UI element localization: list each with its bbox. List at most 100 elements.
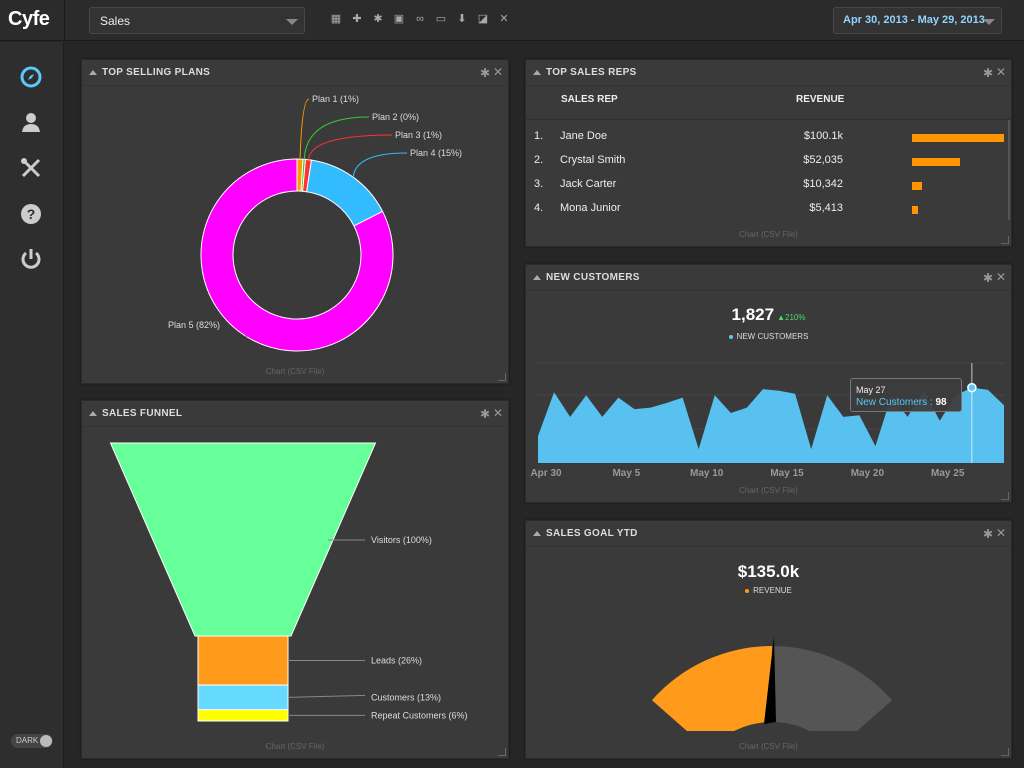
chart-source: Chart (CSV File) xyxy=(739,742,798,751)
collapse-icon[interactable] xyxy=(533,70,541,75)
column-header-rep: SALES REP xyxy=(561,94,618,105)
rep-name: Jane Doe xyxy=(560,130,608,142)
funnel-segment[interactable] xyxy=(197,709,289,722)
rep-revenue: $10,342 xyxy=(803,178,843,190)
slice-label: Plan 4 (15%) xyxy=(410,148,462,158)
dashboard-select-value: Sales xyxy=(100,14,131,28)
gear-icon[interactable]: ✱ xyxy=(983,66,993,80)
panel-header: TOP SELLING PLANS ✱ ✕ xyxy=(82,60,508,86)
user-icon[interactable] xyxy=(17,108,45,136)
close-icon[interactable]: ✕ xyxy=(996,65,1006,79)
link-icon[interactable]: ∞ xyxy=(412,11,428,27)
resize-handle[interactable] xyxy=(498,373,506,381)
x-tick-label: May 10 xyxy=(690,468,724,479)
rep-rank: 3. xyxy=(534,178,544,190)
data-point[interactable] xyxy=(967,382,977,393)
dark-mode-toggle[interactable]: DARK xyxy=(11,734,53,748)
rep-rank: 1. xyxy=(534,130,544,142)
slice-label: Plan 3 (1%) xyxy=(395,130,442,140)
gear-icon[interactable]: ✱ xyxy=(983,527,993,541)
scrollbar[interactable] xyxy=(1008,120,1010,220)
funnel-label: Leads (26%) xyxy=(371,656,422,666)
legend-dot xyxy=(745,588,750,593)
chart-tooltip: May 27 New Customers : 98 xyxy=(850,378,962,412)
gear-icon[interactable]: ✱ xyxy=(480,407,490,421)
gauge-fill[interactable] xyxy=(651,646,772,731)
power-icon[interactable] xyxy=(17,245,45,273)
tools-icon[interactable] xyxy=(17,154,45,182)
tooltip-date: May 27 xyxy=(856,385,886,395)
pie-slice[interactable] xyxy=(306,159,384,227)
toggle-knob xyxy=(40,735,52,747)
label-line xyxy=(299,98,310,160)
revenue-bar xyxy=(912,134,1004,142)
top-selling-plans-panel: TOP SELLING PLANS ✱ ✕ Plan 1 (1%) Plan 2 … xyxy=(81,59,509,384)
x-tick-label: May 15 xyxy=(770,468,804,479)
toolbar: ▦ ✚ ✱ ▣ ∞ ▭ ⬇ ◪ ✕ xyxy=(328,11,512,29)
gauge-chart xyxy=(651,636,893,731)
resize-handle[interactable] xyxy=(498,748,506,756)
panel-header: TOP SALES REPS ✱ ✕ xyxy=(526,60,1011,86)
collapse-icon[interactable] xyxy=(89,411,97,416)
close-icon[interactable]: ✕ xyxy=(996,526,1006,540)
area-chart: Apr 30 May 5 May 10 May 15 May 20 May 25 xyxy=(530,362,1004,479)
funnel-segment[interactable] xyxy=(197,684,289,711)
panel-title: NEW CUSTOMERS xyxy=(546,272,640,283)
help-icon[interactable]: ? xyxy=(17,200,45,228)
collapse-icon[interactable] xyxy=(533,275,541,280)
panel-title: SALES GOAL YTD xyxy=(546,528,638,539)
rep-name: Crystal Smith xyxy=(560,154,626,166)
svg-text:?: ? xyxy=(27,206,36,222)
x-tick-label: May 20 xyxy=(851,468,885,479)
top-sales-reps-panel: TOP SALES REPS ✱ ✕ SALES REP REVENUE 1. J… xyxy=(525,59,1012,247)
share-icon[interactable]: ◪ xyxy=(475,11,491,27)
legend-label: REVENUE xyxy=(753,586,792,595)
kpi-value: 1,827 ▲210% xyxy=(526,305,1011,325)
gear-icon[interactable]: ✱ xyxy=(983,271,993,285)
chevron-down-icon xyxy=(983,19,995,25)
compass-icon[interactable] xyxy=(17,63,45,91)
dashboard-select[interactable]: Sales xyxy=(89,7,305,34)
plus-icon[interactable]: ✚ xyxy=(349,11,365,27)
table-row: 2. Crystal Smith $52,035 xyxy=(526,148,1011,172)
x-tick-label: Apr 30 xyxy=(530,468,562,479)
download-icon[interactable]: ⬇ xyxy=(454,11,470,27)
collapse-icon[interactable] xyxy=(89,70,97,75)
rep-revenue: $100.1k xyxy=(803,130,843,142)
cyfe-logo[interactable]: Cyfe xyxy=(8,8,58,32)
date-range-select[interactable]: Apr 30, 2013 - May 29, 2013 xyxy=(833,7,1002,34)
funnel-label: Visitors (100%) xyxy=(371,535,432,545)
label-line xyxy=(308,134,393,160)
gear-icon[interactable]: ✱ xyxy=(480,66,490,80)
funnel-segment[interactable] xyxy=(197,635,289,686)
table-row: 1. Jane Doe $100.1k xyxy=(526,124,1011,148)
tooltip-text: New Customers : 98 xyxy=(856,397,947,408)
gauge-track xyxy=(772,646,893,731)
resize-handle[interactable] xyxy=(1001,748,1009,756)
resize-handle[interactable] xyxy=(1001,236,1009,244)
rep-revenue: $52,035 xyxy=(803,154,843,166)
x-tick-label: May 5 xyxy=(612,468,640,479)
image-icon[interactable]: ▣ xyxy=(391,11,407,27)
kpi-change: ▲210% xyxy=(777,313,806,322)
gear-icon[interactable]: ✱ xyxy=(370,11,386,27)
legend-dot xyxy=(728,334,733,339)
close-icon[interactable]: ✕ xyxy=(996,270,1006,284)
panel-header: NEW CUSTOMERS ✱ ✕ xyxy=(526,265,1011,291)
sidebar: ? DARK xyxy=(0,42,64,768)
table-row: 3. Jack Carter $10,342 xyxy=(526,172,1011,196)
tooltip-value: 98 xyxy=(935,397,947,408)
collapse-icon[interactable] xyxy=(533,531,541,536)
close-icon[interactable]: ✕ xyxy=(493,406,503,420)
close-icon[interactable]: ✕ xyxy=(496,11,512,27)
resize-handle[interactable] xyxy=(1001,492,1009,500)
column-header-revenue: REVENUE xyxy=(796,94,845,105)
rep-rank: 4. xyxy=(534,202,544,214)
monitor-icon[interactable]: ▭ xyxy=(433,11,449,27)
panel-title: SALES FUNNEL xyxy=(102,408,183,419)
donut-chart: Plan 1 (1%) Plan 2 (0%) Plan 3 (1%) Plan 4 … xyxy=(168,94,462,352)
close-icon[interactable]: ✕ xyxy=(493,65,503,79)
chevron-down-icon xyxy=(286,19,298,25)
grid-icon[interactable]: ▦ xyxy=(328,11,344,27)
revenue-bar xyxy=(912,182,922,190)
